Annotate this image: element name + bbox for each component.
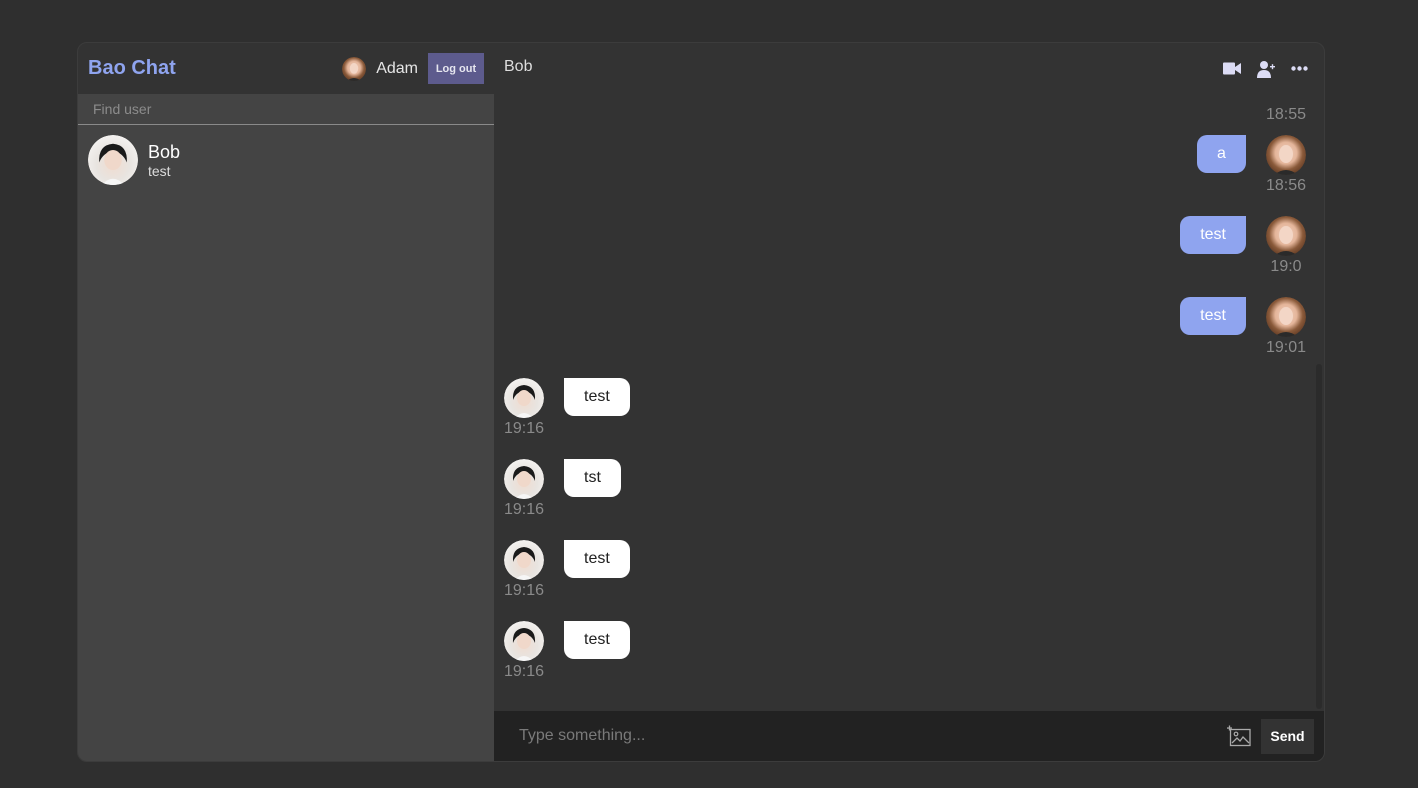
sidebar: Bao Chat Adam Log out Bob [78,43,494,761]
message-meta: 19:01 [1266,297,1306,357]
avatar [504,378,545,418]
message-bubble: tst [564,459,621,497]
contact-info: Bob test [148,142,180,179]
message-time: 18:55 [1265,106,1306,123]
contact-last-message: test [148,162,171,179]
current-user: Adam Log out [342,53,484,84]
message-meta: 18:56 [1266,135,1306,195]
app-logo: Bao Chat [88,57,176,79]
contact-name: Bob [148,141,181,162]
message-time: 19:01 [1265,339,1306,356]
chat-header: Bob [494,43,1324,94]
message-time: 19:16 [504,582,545,599]
contact-item-bob[interactable]: Bob test [78,125,494,195]
message-meta: 19:16 [504,540,544,600]
current-user-name: Adam [376,59,418,77]
message-input[interactable] [519,727,1227,745]
message-time: 18:56 [1265,177,1306,194]
avatar-placeholder [1266,94,1306,104]
avatar [342,56,367,81]
add-user-icon[interactable] [1257,60,1275,78]
message-other: 19:16 test [504,540,630,600]
chat-app-window: Bao Chat Adam Log out Bob [77,42,1325,762]
message-other: 19:16 test [504,621,630,681]
send-button[interactable]: Send [1261,718,1314,754]
find-user-input[interactable] [93,101,494,117]
message-bubble: test [1180,216,1246,254]
message-list[interactable]: 18:55 18:56 a 19:0 test 19:01 test 19:16… [494,94,1324,711]
message-own: 18:55 [1266,94,1306,124]
message-own: 18:56 a [1197,135,1306,195]
avatar [504,621,545,661]
message-time: 19:16 [504,663,545,680]
message-other: 19:16 tst [504,459,621,519]
avatar [1266,216,1306,256]
video-camera-icon[interactable] [1223,62,1241,75]
message-time: 19:0 [1270,258,1302,275]
chat-panel: Bob 18:55 18:56 a 19:0 test 19:01 test 1… [494,43,1324,761]
message-meta: 18:55 [1266,94,1306,124]
more-icon[interactable] [1291,66,1308,71]
avatar [88,135,138,185]
chat-header-actions [1223,60,1308,78]
message-meta: 19:16 [504,621,544,681]
message-bubble: test [564,378,630,416]
message-meta: 19:16 [504,378,544,438]
message-bubble: test [564,540,630,578]
message-bubble: a [1197,135,1246,173]
avatar [1265,297,1306,337]
avatar [504,459,545,499]
message-own: 19:0 test [1180,216,1306,276]
message-other: 19:16 test [504,378,630,438]
message-time: 19:16 [504,420,545,437]
message-time: 19:16 [504,501,545,518]
avatar [504,540,545,580]
message-bubble: test [1180,297,1246,335]
message-own: 19:01 test [1180,297,1306,357]
find-user-search [78,94,494,125]
message-meta: 19:16 [504,459,544,519]
add-image-icon[interactable] [1227,725,1251,747]
message-list-scrollbar[interactable] [1316,364,1322,709]
message-composer: Send [494,711,1324,761]
message-bubble: test [564,621,630,659]
avatar [1265,135,1306,175]
logout-button[interactable]: Log out [428,53,484,84]
chat-title: Bob [504,57,533,75]
sidebar-header: Bao Chat Adam Log out [78,43,494,94]
message-meta: 19:0 [1266,216,1306,276]
